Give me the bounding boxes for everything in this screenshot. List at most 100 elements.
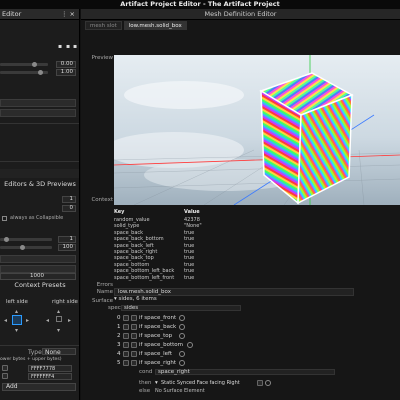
slider-4[interactable] (0, 245, 52, 250)
delete-icon[interactable] (131, 351, 137, 357)
slider-2-value[interactable]: 1.00 (56, 69, 76, 76)
drag-handle-icon[interactable] (123, 324, 129, 330)
then-value[interactable]: Static Synced Face facing Right (161, 379, 240, 387)
arrow-right-icon[interactable]: ▸ (68, 317, 71, 324)
drag-handle-icon[interactable] (123, 315, 129, 321)
drag-handle-icon[interactable] (123, 360, 129, 366)
preset-center[interactable] (56, 316, 62, 322)
remove-item-icon[interactable] (2, 373, 8, 379)
list-value-1[interactable]: FFFFFFF4 (28, 373, 72, 380)
dropdown-2[interactable] (0, 109, 76, 117)
tab-mesh-slot[interactable]: mesh slot (85, 21, 122, 30)
side-label[interactable]: if space_right (139, 359, 176, 367)
side-index: 5 (117, 360, 121, 366)
slider-3-handle[interactable] (4, 237, 9, 242)
section-bar (0, 169, 79, 178)
spec-input[interactable]: sides (121, 305, 241, 311)
gear-icon[interactable]: ▪ (73, 43, 77, 50)
drag-handle-icon[interactable] (123, 351, 129, 357)
row-key: space_bottom_left_front (114, 274, 175, 281)
side-label[interactable]: if space_bottom (139, 341, 183, 349)
row-value: true (184, 274, 195, 281)
arrow-up-icon[interactable]: ▴ (15, 308, 18, 315)
dropdown-3[interactable] (0, 255, 76, 263)
slider-4-handle[interactable] (20, 245, 25, 250)
left-panel-menu-icon[interactable]: ⋮ × (61, 9, 75, 19)
list-value-0[interactable]: FFFF7778 (28, 365, 72, 372)
slider-2[interactable] (0, 70, 48, 75)
arrow-left-icon[interactable]: ◂ (46, 317, 49, 324)
cond-input[interactable]: space_right (155, 369, 335, 375)
number-field-1[interactable]: 1 (62, 196, 76, 203)
side-label[interactable]: if space_back (139, 323, 176, 331)
link-icon[interactable] (187, 342, 193, 348)
collapsible-row: always as Collapsible (0, 215, 79, 223)
chevron-down-icon[interactable]: ▾ (155, 379, 158, 387)
copy-icon[interactable] (257, 380, 263, 386)
tab-bar: mesh slot low.mesh.solid_box (81, 21, 400, 31)
table-header: Key Value (114, 209, 400, 215)
delete-icon[interactable] (131, 324, 137, 330)
side-index: 1 (117, 324, 121, 330)
slider-2-handle[interactable] (38, 70, 43, 75)
delete-icon[interactable] (131, 360, 137, 366)
mesh-definition-editor: Mesh Definition Editor mesh slot low.mes… (81, 9, 400, 400)
drag-handle-icon[interactable] (123, 333, 129, 339)
cond-row: cond space_right (81, 368, 400, 376)
slider-3[interactable] (0, 237, 52, 242)
dropdown-1[interactable] (0, 99, 76, 107)
drag-handle-icon[interactable] (123, 342, 129, 348)
lock-icon[interactable]: ▪ (66, 43, 70, 50)
arrow-down-icon[interactable]: ▾ (15, 327, 18, 334)
surface-value: sides, 6 items (118, 296, 157, 302)
slider-1[interactable] (0, 62, 48, 67)
3d-preview-viewport[interactable] (114, 55, 400, 205)
checkbox[interactable] (2, 216, 7, 221)
delete-icon[interactable] (131, 333, 137, 339)
link-icon[interactable] (179, 360, 185, 366)
context-label: Context (91, 197, 113, 203)
side-label[interactable]: if space_left (139, 350, 172, 358)
preset-center-selected[interactable] (12, 315, 22, 325)
arrow-left-icon[interactable]: ◂ (4, 317, 7, 324)
side-row: 2 if space_top (81, 332, 400, 340)
remove-item-icon[interactable] (2, 365, 8, 371)
errors-label: Errors (96, 282, 113, 288)
arrow-right-icon[interactable]: ▸ (26, 317, 29, 324)
slider-3-value[interactable]: 1 (58, 236, 76, 243)
pin-icon[interactable]: ▪ (58, 43, 62, 50)
value-field[interactable]: 1000 (0, 273, 76, 280)
slider-1-value[interactable]: 0.00 (56, 61, 76, 68)
left-side-preset-grid[interactable]: ▴ ◂ ▸ ▾ (2, 307, 34, 337)
side-label[interactable]: if space_front (139, 314, 176, 322)
window-title: Artifact Project Editor - The Artifact P… (0, 0, 400, 9)
side-index: 3 (117, 342, 121, 348)
icon-row: ▪ ▪ ▪ (0, 43, 79, 50)
surface-header[interactable]: ▾ sides, 6 items (114, 295, 314, 303)
link-icon[interactable] (179, 324, 185, 330)
delete-icon[interactable] (131, 342, 137, 348)
link-icon[interactable] (179, 315, 185, 321)
dropdown-4[interactable] (0, 265, 76, 273)
link-icon[interactable] (179, 351, 185, 357)
preview-label: Preview (91, 55, 113, 61)
link-icon[interactable] (179, 333, 185, 339)
arrow-up-icon[interactable]: ▴ (57, 308, 60, 315)
arrow-down-icon[interactable]: ▾ (57, 327, 60, 334)
scene-graphic (114, 55, 400, 205)
side-label[interactable]: if space_top (139, 332, 172, 340)
slider-4-value[interactable]: 100 (58, 244, 76, 251)
link-icon[interactable] (265, 380, 271, 386)
else-value[interactable]: No Surface Element (155, 387, 205, 395)
tab-solid-box[interactable]: low.mesh.solid_box (123, 21, 187, 30)
delete-icon[interactable] (131, 315, 137, 321)
type-select[interactable]: None (42, 348, 76, 356)
divider (0, 123, 79, 124)
editors-previews-title: Editors & 3D Previews (4, 180, 76, 188)
side-index: 4 (117, 351, 121, 357)
editor-header: Mesh Definition Editor (81, 9, 400, 20)
right-side-preset-grid[interactable]: ▴ ◂ ▸ ▾ (44, 307, 76, 337)
add-button[interactable]: Add (2, 383, 76, 391)
number-field-2[interactable]: 0 (62, 205, 76, 212)
slider-1-handle[interactable] (32, 62, 37, 67)
